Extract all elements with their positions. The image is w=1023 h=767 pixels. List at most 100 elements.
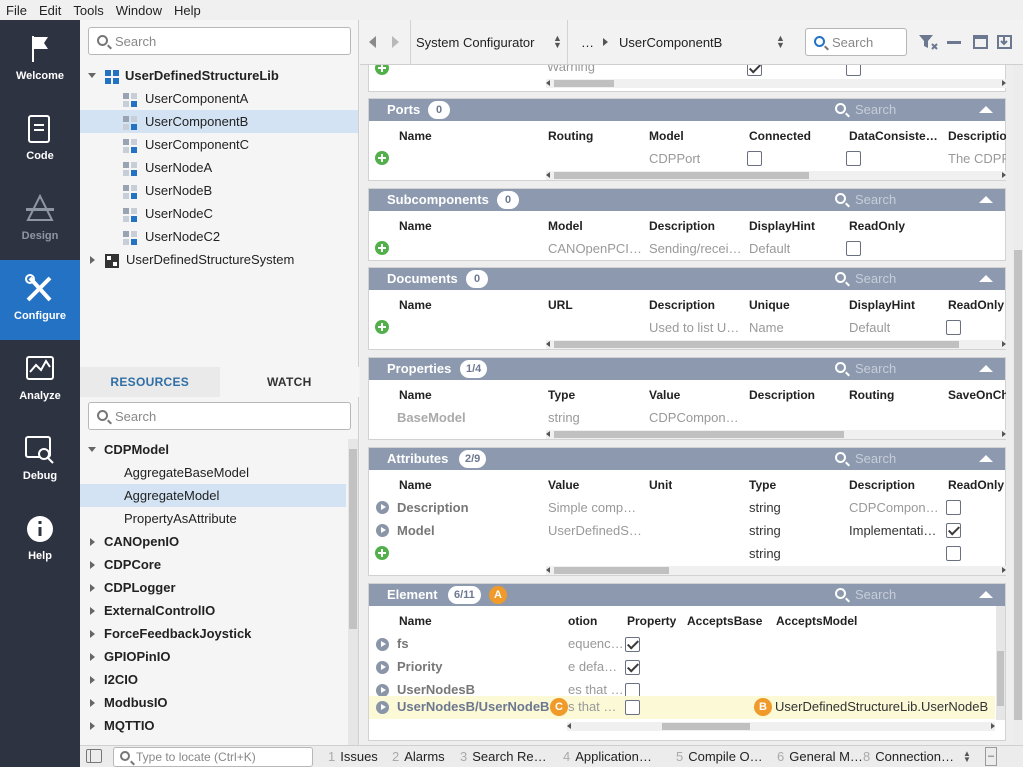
resource-item[interactable]: CANOpenIO (80, 530, 346, 553)
nav-configure[interactable]: Configure (0, 260, 80, 340)
minimize-icon[interactable] (947, 41, 961, 44)
collapse-arrow-icon[interactable] (979, 365, 993, 372)
add-attribute-icon[interactable] (375, 546, 389, 560)
property-checkbox[interactable] (625, 637, 640, 652)
tree-search-input[interactable]: Search (88, 27, 351, 55)
status-tab[interactable]: 4 Application… (563, 749, 652, 764)
resource-item[interactable]: ForceFeedbackJoystick (80, 622, 346, 645)
expand-row-icon[interactable] (376, 701, 389, 714)
horizontal-scrollbar[interactable] (546, 340, 1006, 349)
expand-row-icon[interactable] (376, 501, 389, 514)
collapse-arrow-icon[interactable] (979, 591, 993, 598)
readonly-checkbox[interactable] (946, 523, 961, 538)
tree-node-system[interactable]: UserDefinedStructureSystem (80, 248, 358, 271)
connected-checkbox[interactable] (747, 151, 762, 166)
property-checkbox[interactable] (625, 700, 640, 715)
subcomponents-search-input[interactable]: Search (835, 191, 896, 209)
documents-search-input[interactable]: Search (835, 270, 896, 288)
updown-icon[interactable]: ▲ ▼ (963, 750, 971, 764)
collapse-arrow-icon[interactable] (979, 455, 993, 462)
expand-arrow-icon[interactable] (90, 607, 95, 615)
properties-header[interactable]: Properties 1/4 Search (369, 358, 1005, 380)
ports-search-input[interactable]: Search (835, 101, 896, 119)
readonly-checkbox[interactable] (946, 500, 961, 515)
menu-edit[interactable]: Edit (33, 3, 67, 18)
tree-node-component[interactable]: UserComponentB (80, 110, 358, 133)
attributes-header[interactable]: Attributes 2/9 Search (369, 448, 1005, 470)
collapse-arrow-icon[interactable] (979, 275, 993, 282)
nav-design[interactable]: Design (0, 180, 80, 260)
add-document-icon[interactable] (375, 320, 389, 334)
readonly-checkbox[interactable] (846, 241, 861, 256)
tree-node-component[interactable]: UserComponentC (80, 133, 358, 156)
ports-header[interactable]: Ports 0 Search (369, 99, 1005, 121)
tree-node-component[interactable]: UserNodeC2 (80, 225, 358, 248)
element-search-input[interactable]: Search (835, 586, 896, 604)
tree-node-lib[interactable]: UserDefinedStructureLib (80, 64, 358, 87)
element-scrollbar[interactable] (996, 606, 1005, 720)
filter-icon[interactable] (918, 33, 938, 51)
resource-item[interactable]: CDPModel (80, 438, 346, 461)
status-tab[interactable]: 6 General M… (777, 749, 863, 764)
breadcrumb-current[interactable]: UserComponentB ▲ ▼ (619, 34, 789, 51)
nav-debug[interactable]: Debug (0, 420, 80, 500)
updown-icon[interactable]: ▲ ▼ (776, 34, 785, 50)
element-row-selected[interactable]: UserNodesB/UserNodeB C s that … B UserDe… (369, 696, 995, 719)
dock-icon[interactable] (997, 33, 1013, 51)
status-tab[interactable]: 8 Connection… (863, 749, 954, 764)
add-port-icon[interactable] (375, 151, 389, 165)
tab-resources[interactable]: RESOURCES (80, 367, 220, 397)
expand-arrow-icon[interactable] (90, 653, 95, 661)
resource-item[interactable]: ModbusIO (80, 691, 346, 714)
horizontal-scrollbar[interactable] (546, 566, 1006, 575)
breadcrumb-root[interactable]: System Configurator ▲ ▼ (416, 34, 566, 51)
tab-watch[interactable]: WATCH (219, 367, 359, 397)
subcomponents-header[interactable]: Subcomponents 0 Search (369, 189, 1005, 211)
nav-help[interactable]: Help (0, 500, 80, 580)
expand-arrow-icon[interactable] (90, 256, 95, 264)
status-tab[interactable]: 2 Alarms (392, 749, 445, 764)
menu-tools[interactable]: Tools (67, 3, 109, 18)
expand-arrow-icon[interactable] (90, 722, 95, 730)
tree-node-component[interactable]: UserNodeB (80, 179, 358, 202)
status-tab[interactable]: 1 Issues (328, 749, 378, 764)
locate-input[interactable]: Type to locate (Ctrl+K) (113, 747, 313, 767)
back-arrow-icon[interactable] (369, 36, 376, 48)
expand-row-icon[interactable] (376, 638, 389, 651)
updown-icon[interactable]: ▲ ▼ (553, 34, 562, 50)
horizontal-scrollbar[interactable] (546, 430, 1006, 439)
horizontal-scrollbar[interactable] (546, 79, 1006, 88)
resources-scrollbar[interactable] (348, 439, 358, 745)
resource-item[interactable]: AggregateModel (80, 484, 346, 507)
collapse-arrow-icon[interactable] (979, 196, 993, 203)
tree-node-component[interactable]: UserNodeA (80, 156, 358, 179)
add-subcomponent-icon[interactable] (375, 241, 389, 255)
main-scrollbar[interactable] (1013, 65, 1023, 745)
status-tab[interactable]: 5 Compile O… (676, 749, 763, 764)
nav-welcome[interactable]: Welcome (0, 20, 80, 100)
properties-search-input[interactable]: Search (835, 360, 896, 378)
expand-arrow-icon[interactable] (90, 561, 95, 569)
element-header[interactable]: Element 6/11 A Search (369, 584, 1005, 606)
expand-row-icon[interactable] (376, 661, 389, 674)
nav-analyze[interactable]: Analyze (0, 340, 80, 420)
tree-node-component[interactable]: UserNodeC (80, 202, 358, 225)
menu-help[interactable]: Help (168, 3, 207, 18)
readonly-checkbox[interactable] (946, 546, 961, 561)
menu-window[interactable]: Window (110, 3, 168, 18)
expand-row-icon[interactable] (376, 524, 389, 537)
resource-item[interactable]: PropertyAsAttribute (80, 507, 346, 530)
add-row-icon[interactable] (375, 65, 389, 75)
property-checkbox[interactable] (625, 660, 640, 675)
expand-arrow-icon[interactable] (88, 73, 96, 78)
expand-arrow-icon[interactable] (90, 676, 95, 684)
resource-item[interactable]: CDPLogger (80, 576, 346, 599)
dataconsistent-checkbox[interactable] (846, 151, 861, 166)
panel-toggle-icon[interactable] (86, 749, 102, 763)
maximize-icon[interactable] (973, 34, 989, 50)
forward-arrow-icon[interactable] (392, 36, 399, 48)
resource-item[interactable]: CDPCore (80, 553, 346, 576)
documents-header[interactable]: Documents 0 Search (369, 268, 1005, 290)
horizontal-scrollbar[interactable] (546, 171, 1006, 180)
expand-arrow-icon[interactable] (90, 699, 95, 707)
